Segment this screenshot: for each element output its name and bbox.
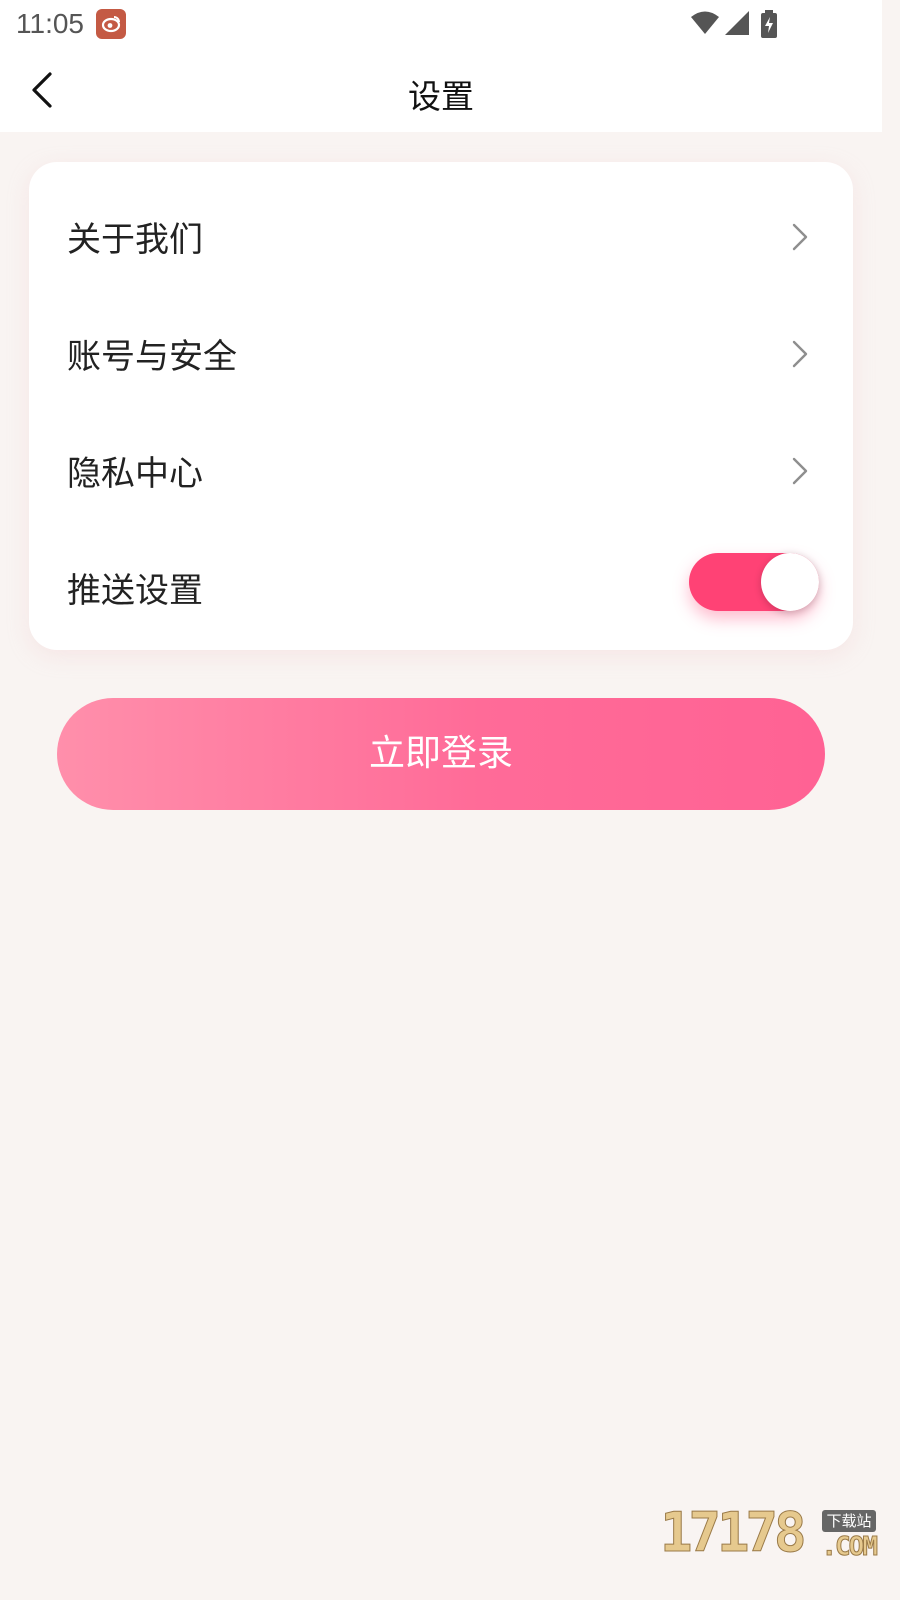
status-time: 11:05	[16, 8, 84, 39]
push-notification-toggle[interactable]	[689, 553, 819, 611]
battery-charging-icon	[761, 10, 777, 38]
page-title: 设置	[408, 77, 474, 116]
setting-item-label: 账号与安全	[67, 337, 237, 377]
setting-item-label: 关于我们	[67, 220, 203, 260]
watermark-logo: 17178 下载站 .COM	[660, 1501, 880, 1565]
signal-icon	[725, 11, 749, 35]
chevron-right-icon	[792, 340, 808, 368]
setting-item-account-security[interactable]: 账号与安全	[29, 287, 853, 404]
weibo-icon	[96, 9, 126, 39]
setting-item-label: 隐私中心	[67, 454, 203, 494]
watermark-number: 17178	[660, 1501, 808, 1565]
status-bar: 11:05	[0, 0, 882, 48]
login-button[interactable]: 立即登录	[57, 698, 825, 810]
setting-item-label: 推送设置	[67, 571, 203, 611]
chevron-right-icon	[792, 223, 808, 251]
chevron-right-icon	[792, 457, 808, 485]
setting-item-about[interactable]: 关于我们	[29, 170, 853, 287]
watermark-tag: 下载站	[822, 1510, 876, 1532]
wifi-icon	[691, 11, 719, 34]
nav-bar: 设置	[0, 48, 882, 132]
watermark-domain: .COM	[821, 1532, 879, 1563]
settings-card: 关于我们 账号与安全 隐私中心 推送设置	[29, 162, 853, 650]
toggle-knob	[761, 553, 819, 611]
setting-item-privacy[interactable]: 隐私中心	[29, 404, 853, 521]
